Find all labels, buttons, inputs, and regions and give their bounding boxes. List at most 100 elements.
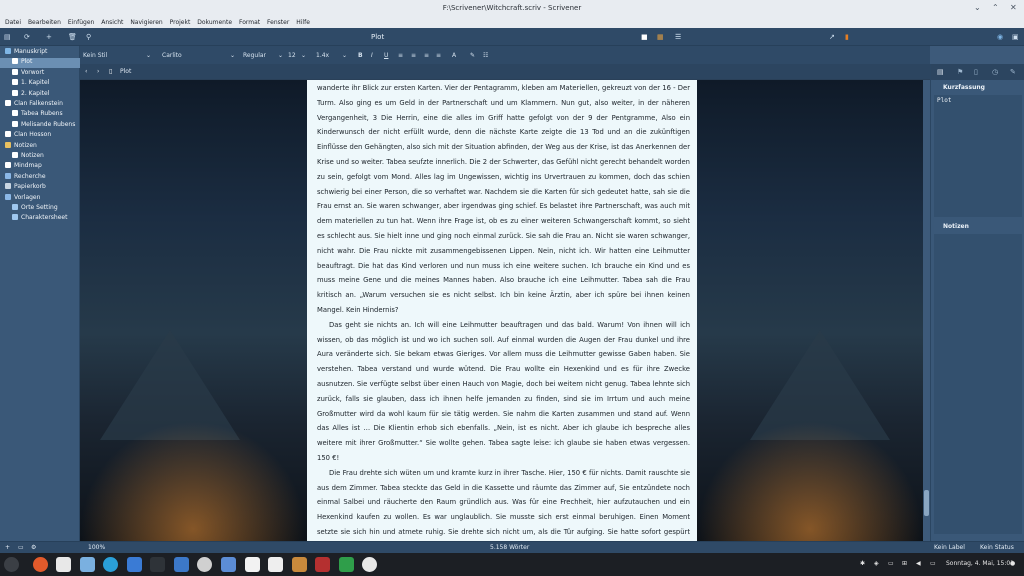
snapshot-icon[interactable]: ▮	[845, 33, 849, 41]
underline-icon[interactable]: U	[384, 52, 388, 59]
close-icon[interactable]: ✕	[1010, 3, 1017, 12]
writer-icon[interactable]	[174, 557, 189, 572]
connection-icon[interactable]: ⊞	[902, 560, 907, 567]
binder-item[interactable]: 2. Kapitel	[0, 89, 80, 100]
font-select[interactable]: Carlito	[162, 52, 182, 59]
align-left-icon[interactable]: ≡	[398, 52, 403, 59]
highlight-icon[interactable]: ✎	[470, 52, 475, 59]
binder-item[interactable]: Manuskript	[0, 48, 80, 58]
chrome-icon[interactable]	[197, 557, 212, 572]
menu-ansicht[interactable]: Ansicht	[101, 19, 123, 26]
menu-einfuegen[interactable]: Einfügen	[68, 19, 94, 26]
link-icon[interactable]: ⚲	[86, 33, 91, 41]
style-select[interactable]: Kein Stil	[83, 52, 107, 59]
outline-view-icon[interactable]: ☰	[675, 33, 681, 41]
binder-toggle-icon[interactable]: ▤	[4, 33, 11, 41]
binder-item[interactable]: Plot	[0, 58, 80, 69]
network-icon[interactable]: ▭	[888, 560, 894, 567]
binder-item[interactable]: Mindmap	[0, 162, 80, 172]
metadata-tab-icon[interactable]: ▯	[974, 68, 978, 76]
menu-navigieren[interactable]: Navigieren	[130, 19, 162, 26]
red-app-icon[interactable]	[315, 557, 330, 572]
menu-projekt[interactable]: Projekt	[170, 19, 191, 26]
zoom-level[interactable]: 100%	[88, 544, 105, 551]
bold-icon[interactable]: B	[358, 52, 363, 59]
align-center-icon[interactable]: ≡	[411, 52, 416, 59]
battery-icon[interactable]: ▭	[930, 560, 936, 567]
align-justify-icon[interactable]: ≡	[424, 52, 429, 59]
mail-icon[interactable]	[56, 557, 71, 572]
plane-icon[interactable]	[221, 557, 236, 572]
user-icon[interactable]: ●	[1010, 560, 1015, 567]
size-select[interactable]: 12	[288, 52, 296, 59]
volume-icon[interactable]: ◀	[916, 560, 921, 567]
synopsis-text[interactable]: Plot	[934, 95, 1022, 217]
editor-text[interactable]: wanderte ihr Blick zur ersten Karten. Vi…	[307, 80, 697, 541]
scrivenings-view-icon[interactable]: ■	[641, 33, 648, 41]
bluetooth-icon[interactable]: ✱	[860, 560, 865, 567]
binder-item[interactable]: 1. Kapitel	[0, 79, 80, 89]
notes-tab-icon[interactable]: ▤	[937, 68, 944, 76]
binder-item[interactable]: Papierkorb	[0, 183, 80, 193]
scrollbar-thumb[interactable]	[924, 490, 929, 516]
binder-item[interactable]: Clan Falkenstein	[0, 100, 80, 110]
menu-datei[interactable]: Datei	[5, 19, 21, 26]
editor-scrollbar[interactable]	[923, 80, 930, 541]
menu-fenster[interactable]: Fenster	[267, 19, 289, 26]
book-icon[interactable]	[292, 557, 307, 572]
binder-item[interactable]: Recherche	[0, 172, 80, 183]
binder-item[interactable]: Tabea Rubens	[0, 110, 80, 120]
add-icon[interactable]: +	[46, 33, 52, 41]
binder-item[interactable]: Vorwort	[0, 68, 80, 79]
terminal-icon[interactable]	[150, 557, 165, 572]
weight-select[interactable]: Regular	[243, 52, 266, 59]
menu-format[interactable]: Format	[239, 19, 260, 26]
label-select[interactable]: Kein Label	[934, 544, 965, 551]
clock[interactable]: Sonntag, 4. Mai, 15:01	[946, 560, 1014, 567]
binder-item[interactable]: Charaktersheet	[0, 214, 80, 224]
menu-bearbeiten[interactable]: Bearbeiten	[28, 19, 61, 26]
scrivener-app-icon[interactable]	[268, 557, 283, 572]
list-icon[interactable]: ☷	[483, 52, 488, 59]
text-color-icon[interactable]: A	[452, 52, 456, 59]
binder-item[interactable]: Vorlagen	[0, 193, 80, 204]
spacing-chevron-icon[interactable]: ⌄	[342, 52, 347, 59]
trash-icon[interactable]: 🗑	[68, 33, 77, 41]
files-icon[interactable]	[80, 557, 95, 572]
menu-dokumente[interactable]: Dokumente	[197, 19, 232, 26]
sync-icon[interactable]: ⟳	[24, 33, 30, 41]
menu-hilfe[interactable]: Hilfe	[296, 19, 310, 26]
inkscape-icon[interactable]	[245, 557, 260, 572]
notes-area[interactable]	[934, 234, 1022, 534]
maximize-icon[interactable]: ⌃	[992, 3, 999, 12]
binder-item[interactable]: Orte Setting	[0, 204, 80, 214]
start-menu-icon[interactable]	[4, 557, 19, 572]
binder-item[interactable]: Melisande Rubens	[0, 120, 80, 131]
italic-icon[interactable]: I	[371, 52, 373, 59]
scrivener-active-icon[interactable]	[362, 557, 377, 572]
style-chevron-icon[interactable]: ⌄	[146, 52, 151, 59]
telegram-icon[interactable]	[103, 557, 118, 572]
shield-icon[interactable]	[339, 557, 354, 572]
status-select[interactable]: Kein Status	[980, 544, 1014, 551]
firefox-icon[interactable]	[33, 557, 48, 572]
notes-header[interactable]: Notizen	[931, 221, 1024, 232]
add-folder-icon[interactable]: ▭	[18, 544, 24, 551]
bookmarks-tab-icon[interactable]: ⚑	[957, 68, 963, 76]
binder-item[interactable]: Clan Hosson	[0, 131, 80, 141]
bookmark-icon[interactable]: ↗	[829, 33, 835, 41]
path-doc-title[interactable]: Plot	[120, 68, 131, 75]
back-icon[interactable]: ‹	[85, 68, 87, 75]
comments-tab-icon[interactable]: ✎	[1010, 68, 1016, 76]
align-right-icon[interactable]: ≡	[436, 52, 441, 59]
synopsis-header[interactable]: Kurzfassung	[931, 82, 1024, 93]
binder-item[interactable]: Notizen	[0, 141, 80, 152]
weight-chevron-icon[interactable]: ⌄	[278, 52, 283, 59]
font-chevron-icon[interactable]: ⌄	[230, 52, 235, 59]
compile-icon[interactable]: ◉	[997, 33, 1003, 41]
forward-icon[interactable]: ›	[97, 68, 99, 75]
size-chevron-icon[interactable]: ⌄	[301, 52, 306, 59]
signal-icon[interactable]	[127, 557, 142, 572]
inspector-toggle-icon[interactable]: ▣	[1012, 33, 1019, 41]
add-doc-icon[interactable]: +	[5, 544, 10, 551]
